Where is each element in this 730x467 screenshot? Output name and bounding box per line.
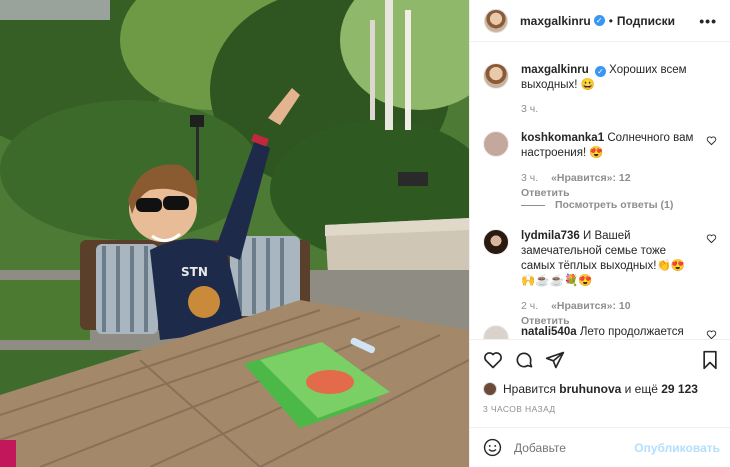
add-comment-bar: Опубликовать (470, 427, 730, 467)
reply-button[interactable]: Ответить (521, 187, 570, 199)
view-replies-button[interactable]: Посмотреть ответы (1) (521, 199, 673, 211)
comment-likes[interactable]: «Нравится»: 10 (551, 300, 631, 312)
comment-avatar[interactable] (483, 229, 509, 255)
comment-username[interactable]: natali540a (521, 326, 577, 338)
post-photo[interactable]: STN (0, 0, 469, 467)
photo-image: STN (0, 0, 469, 467)
comment-time[interactable]: 2 ч. (521, 300, 538, 312)
likes-count[interactable]: 29 123 (661, 382, 698, 396)
comment-body: koshkomanka1 Солнечного вам настроения! … (521, 131, 696, 201)
post-header: maxgalkinru ✓ • Подписки ••• (470, 0, 730, 42)
publish-button[interactable]: Опубликовать (634, 441, 720, 455)
post-actions: Нравится bruhunova и ещё 29 123 3 ЧАСОВ … (470, 339, 730, 427)
verified-badge-icon: ✓ (594, 66, 606, 77)
paper-plane-icon[interactable] (545, 350, 565, 370)
comment-username[interactable]: koshkomanka1 (521, 132, 604, 144)
comment-avatar[interactable] (483, 131, 509, 157)
caption-body: maxgalkinru ✓ Хороших всем выходных! 😀 3… (521, 63, 696, 117)
view-replies-label: Посмотреть ответы (1) (555, 199, 674, 211)
likes-summary[interactable]: Нравится bruhunova и ещё 29 123 (483, 382, 698, 396)
verified-badge-icon: ✓ (593, 15, 605, 26)
comment-text: Лето продолжается (579, 326, 684, 338)
comment-item: koshkomanka1 Солнечного вам настроения! … (483, 131, 719, 201)
comments-list[interactable]: maxgalkinru ✓ Хороших всем выходных! 😀 3… (470, 43, 730, 339)
author-avatar[interactable] (484, 8, 508, 33)
post-side-panel: maxgalkinru ✓ • Подписки ••• maxgalkinru… (469, 0, 730, 467)
liker-username[interactable]: bruhunova (559, 382, 621, 396)
comment-body: lydmila736 И Вашей замечательной семье т… (521, 229, 696, 329)
comment-meta: 3 ч. «Нравится»: 12 Ответить (521, 171, 696, 201)
svg-text:STN: STN (181, 265, 208, 279)
likes-prefix: Нравится (503, 382, 556, 396)
caption-time[interactable]: 3 ч. (521, 103, 538, 115)
emoji-smile-icon[interactable] (483, 438, 502, 457)
post-timestamp[interactable]: 3 ЧАСОВ НАЗАД (483, 404, 556, 414)
caption-meta: 3 ч. (521, 102, 696, 117)
comment-body: natali540a Лето продолжается (521, 325, 696, 339)
caption-username[interactable]: maxgalkinru (521, 64, 589, 76)
heart-icon[interactable] (483, 350, 503, 370)
author-username[interactable]: maxgalkinru (520, 14, 591, 28)
replies-line (521, 204, 545, 206)
following-button[interactable]: Подписки (617, 14, 675, 28)
comment-time[interactable]: 3 ч. (521, 172, 538, 184)
comment-likes[interactable]: «Нравится»: 12 (551, 172, 631, 184)
caption-avatar[interactable] (483, 63, 509, 89)
more-dots-icon[interactable]: ••• (699, 13, 717, 29)
comment-username[interactable]: lydmila736 (521, 230, 580, 242)
bookmark-icon[interactable] (700, 350, 720, 370)
likes-suffix: и ещё (624, 382, 658, 396)
comment-heart-icon[interactable] (706, 135, 717, 146)
comment-item: natali540a Лето продолжается (483, 325, 719, 339)
comment-item: lydmila736 И Вашей замечательной семье т… (483, 229, 719, 329)
comment-icon[interactable] (514, 350, 534, 370)
caption: maxgalkinru ✓ Хороших всем выходных! 😀 3… (483, 63, 719, 117)
separator-dot: • (608, 13, 613, 28)
comment-avatar[interactable] (483, 325, 509, 339)
comment-heart-icon[interactable] (706, 329, 717, 339)
liker-avatar (483, 382, 497, 396)
comment-heart-icon[interactable] (706, 233, 717, 244)
comment-input[interactable] (514, 440, 634, 455)
